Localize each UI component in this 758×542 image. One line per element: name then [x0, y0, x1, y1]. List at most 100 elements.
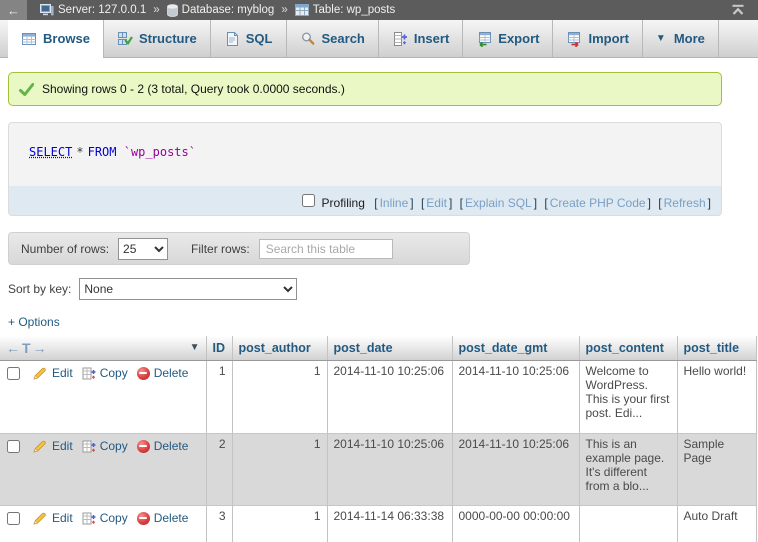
copy-icon — [82, 512, 96, 525]
tab-sql[interactable]: SQL — [211, 20, 287, 57]
back-arrow-icon: ← — [7, 3, 20, 18]
tab-label: More — [674, 31, 705, 46]
create-php-code-link[interactable]: Create PHP Code — [550, 196, 646, 210]
number-of-rows-select[interactable]: 25 — [118, 238, 168, 260]
row-checkbox[interactable] — [7, 512, 20, 525]
cell-post-title: Hello world! — [677, 361, 756, 434]
actions-dropdown-icon[interactable]: ▼ — [190, 342, 200, 353]
sort-by-key-select[interactable]: None — [79, 278, 297, 300]
sql-query-text: SELECT*FROM `wp_posts` — [9, 123, 721, 186]
breadcrumb-separator: » — [281, 4, 287, 16]
tab-label: Export — [498, 31, 539, 46]
sql-table-identifier: `wp_posts` — [124, 145, 196, 159]
column-header-post-author[interactable]: post_author — [232, 336, 327, 361]
delete-row-link[interactable]: Delete — [137, 366, 189, 380]
breadcrumb-separator: » — [153, 4, 159, 16]
delete-icon — [137, 440, 150, 453]
collapse-console-button[interactable] — [731, 4, 745, 16]
table-row: Edit Copy Delete 1 1 2014-11-10 10:25:06… — [0, 361, 756, 434]
pencil-icon — [33, 367, 48, 380]
cell-post-date: 2014-11-10 10:25:06 — [327, 434, 452, 506]
column-header-post-title[interactable]: post_title — [677, 336, 756, 361]
inline-link[interactable]: Inline — [380, 196, 409, 210]
browse-icon — [21, 31, 37, 47]
column-header-post-date-gmt[interactable]: post_date_gmt — [452, 336, 579, 361]
cell-post-content: This is an example page. It's different … — [579, 434, 677, 506]
cell-post-date: 2014-11-10 10:25:06 — [327, 361, 452, 434]
edit-row-link[interactable]: Edit — [33, 366, 73, 380]
rows-control-bar: Number of rows: 25 Filter rows: — [8, 232, 470, 265]
sql-keyword-select[interactable]: SELECT — [29, 145, 72, 159]
explain-sql-link[interactable]: Explain SQL — [465, 196, 532, 210]
edit-row-link[interactable]: Edit — [33, 511, 73, 525]
chevron-down-icon: ▼ — [656, 33, 666, 44]
copy-icon — [82, 367, 96, 380]
copy-row-link[interactable]: Copy — [82, 366, 128, 380]
delete-row-link[interactable]: Delete — [137, 511, 189, 525]
refresh-link[interactable]: Refresh — [664, 196, 706, 210]
cell-post-date: 2014-11-14 06:33:38 — [327, 506, 452, 542]
tab-bar: Browse Structure SQL Search Insert Expor… — [0, 20, 758, 58]
cell-post-content: Welcome to WordPress. This is your first… — [579, 361, 677, 434]
tab-import[interactable]: Import — [553, 20, 642, 57]
check-icon — [19, 83, 34, 96]
back-button[interactable]: ← — [0, 0, 27, 20]
tab-more[interactable]: ▼ More — [643, 20, 719, 57]
delete-row-link[interactable]: Delete — [137, 439, 189, 453]
cell-post-author: 1 — [232, 506, 327, 542]
results-table: ←T→ ▼ ID post_author post_date post_date… — [0, 336, 757, 542]
success-message: Showing rows 0 - 2 (3 total, Query took … — [8, 72, 722, 106]
tab-search[interactable]: Search — [287, 20, 379, 57]
breadcrumb-database-label: Database: myblog — [182, 4, 275, 16]
tab-insert[interactable]: Insert — [379, 20, 463, 57]
copy-row-link[interactable]: Copy — [82, 511, 128, 525]
breadcrumb-bar: ← Server: 127.0.0.1 » Database: myblog »… — [0, 0, 758, 20]
insert-icon — [392, 31, 408, 47]
cell-post-date-gmt: 0000-00-00 00:00:00 — [452, 506, 579, 542]
header-row: ←T→ ▼ ID post_author post_date post_date… — [0, 336, 756, 361]
row-checkbox[interactable] — [7, 367, 20, 380]
profiling-checkbox[interactable] — [302, 194, 315, 207]
structure-icon — [117, 31, 133, 47]
copy-icon — [82, 440, 96, 453]
success-message-text: Showing rows 0 - 2 (3 total, Query took … — [42, 82, 345, 96]
tab-label: Insert — [414, 31, 449, 46]
breadcrumb-server-link[interactable]: Server: 127.0.0.1 — [40, 4, 146, 17]
tab-export[interactable]: Export — [463, 20, 553, 57]
row-checkbox[interactable] — [7, 440, 20, 453]
database-icon — [167, 4, 178, 17]
tab-browse[interactable]: Browse — [8, 20, 104, 58]
table-row: Edit Copy Delete 3 1 2014-11-14 06:33:38… — [0, 506, 756, 542]
column-header-post-content[interactable]: post_content — [579, 336, 677, 361]
breadcrumb-table-label: Table: wp_posts — [313, 4, 395, 16]
delete-icon — [137, 367, 150, 380]
export-icon — [476, 31, 492, 47]
cell-post-date-gmt: 2014-11-10 10:25:06 — [452, 434, 579, 506]
sort-control-row: Sort by key: None — [8, 278, 758, 300]
server-icon — [40, 4, 54, 17]
sql-query-box: SELECT*FROM `wp_posts` Profiling [Inline… — [8, 122, 722, 216]
breadcrumb-database-link[interactable]: Database: myblog — [167, 4, 275, 17]
pencil-icon — [33, 440, 48, 453]
actions-header-cell: ←T→ ▼ — [0, 336, 206, 361]
cell-post-title: Auto Draft — [677, 506, 756, 542]
cell-post-content — [579, 506, 677, 542]
edit-row-link[interactable]: Edit — [33, 439, 73, 453]
copy-row-link[interactable]: Copy — [82, 439, 128, 453]
sort-by-key-label: Sort by key: — [8, 282, 71, 296]
options-toggle-link[interactable]: + Options — [8, 315, 60, 329]
tab-label: Search — [322, 31, 365, 46]
tab-label: Structure — [139, 31, 197, 46]
breadcrumb-server-label: Server: 127.0.0.1 — [58, 4, 146, 16]
tab-structure[interactable]: Structure — [104, 20, 211, 57]
tab-label: Browse — [43, 31, 90, 46]
import-icon — [566, 31, 582, 47]
edit-query-link[interactable]: Edit — [426, 196, 447, 210]
filter-rows-input[interactable] — [259, 239, 393, 259]
sql-keyword-from: FROM — [88, 145, 117, 159]
breadcrumb-table-link[interactable]: Table: wp_posts — [295, 4, 395, 16]
column-header-id[interactable]: ID — [206, 336, 232, 361]
column-header-post-date[interactable]: post_date — [327, 336, 452, 361]
table-row: Edit Copy Delete 2 1 2014-11-10 10:25:06… — [0, 434, 756, 506]
filter-rows-label: Filter rows: — [191, 242, 250, 256]
